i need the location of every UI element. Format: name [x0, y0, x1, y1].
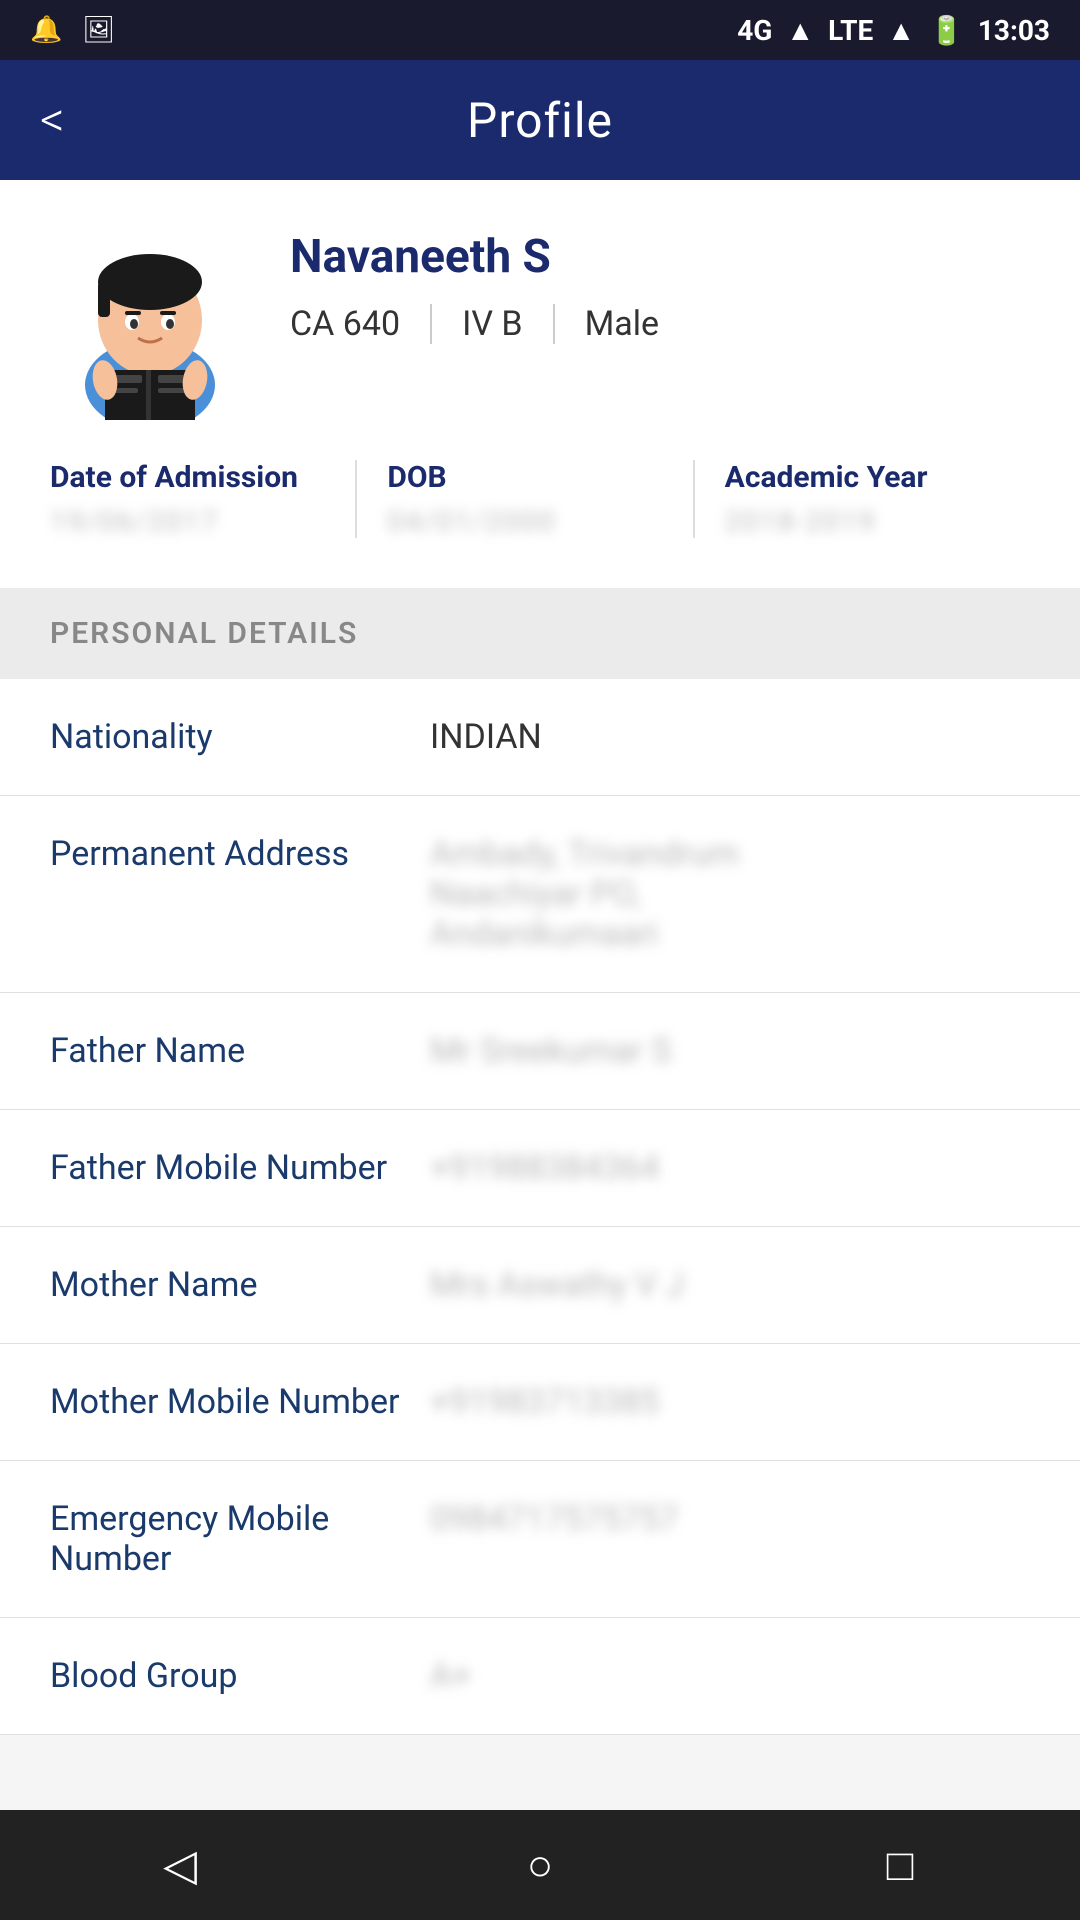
- label-address: Permanent Address: [50, 834, 430, 874]
- label-mother-mobile: Mother Mobile Number: [50, 1382, 430, 1422]
- admission-label: Date of Admission: [50, 460, 325, 495]
- lte-label: LTE: [828, 14, 873, 47]
- gender: Male: [555, 304, 689, 344]
- value-emergency-mobile: 0984717575757: [430, 1499, 1030, 1539]
- academic-year-label: Academic Year: [725, 460, 1000, 495]
- detail-row-emergency-mobile: Emergency Mobile Number 0984717575757: [0, 1461, 1080, 1618]
- academic-year-value: 2018-2019: [725, 505, 1000, 538]
- label-father-name: Father Name: [50, 1031, 430, 1071]
- personal-details-title: PERSONAL DETAILS: [50, 616, 358, 651]
- detail-row-father-name: Father Name Mr Sreekumar S: [0, 993, 1080, 1110]
- detail-row-father-mobile: Father Mobile Number +91988384364: [0, 1110, 1080, 1227]
- time-display: 13:03: [978, 14, 1050, 47]
- photo-icon: 🖼: [82, 15, 115, 45]
- personal-details-list: Nationality INDIAN Permanent Address Amb…: [0, 679, 1080, 1735]
- battery-icon: 🔋: [929, 14, 964, 47]
- admission-row: Date of Admission 19/06/2017 DOB 04/01/2…: [50, 460, 1030, 538]
- nav-recent-button[interactable]: □: [860, 1825, 940, 1905]
- label-emergency-mobile: Emergency Mobile Number: [50, 1499, 430, 1579]
- academic-year-col: Academic Year 2018-2019: [695, 460, 1030, 538]
- status-bar: 🔔 🖼 4G ▲ LTE ▲ 🔋 13:03: [0, 0, 1080, 60]
- value-address: Ambady, TrivandrumNaachiyar PO,Andanikum…: [430, 834, 1030, 954]
- label-blood-group: Blood Group: [50, 1656, 430, 1696]
- student-meta: CA 640 IV B Male: [290, 304, 1030, 344]
- value-father-name: Mr Sreekumar S: [430, 1031, 1030, 1071]
- nav-home-button[interactable]: ○: [500, 1825, 580, 1905]
- detail-row-mother-mobile: Mother Mobile Number +91983713385: [0, 1344, 1080, 1461]
- student-name: Navaneeth S: [290, 230, 1030, 284]
- label-mother-name: Mother Name: [50, 1265, 430, 1305]
- detail-row-mother-name: Mother Name Mrs Aswathy V J: [0, 1227, 1080, 1344]
- value-mother-name: Mrs Aswathy V J: [430, 1265, 1030, 1305]
- signal-4g: 4G: [737, 14, 772, 47]
- app-bar: < Profile: [0, 60, 1080, 180]
- dob-col: DOB 04/01/2000: [357, 460, 692, 538]
- section: IV B: [432, 304, 553, 344]
- admission-col: Date of Admission 19/06/2017: [50, 460, 355, 538]
- profile-top-section: Navaneeth S CA 640 IV B Male: [50, 220, 1030, 420]
- page-title: Profile: [467, 92, 613, 149]
- profile-card: Navaneeth S CA 640 IV B Male Date of Adm…: [0, 180, 1080, 588]
- avatar: [50, 220, 250, 420]
- notification-icon: 🔔: [30, 15, 62, 45]
- label-nationality: Nationality: [50, 717, 430, 757]
- dob-value: 04/01/2000: [387, 505, 662, 538]
- bottom-navigation: ◁ ○ □: [0, 1810, 1080, 1920]
- admission-value: 19/06/2017: [50, 505, 325, 538]
- detail-row-blood-group: Blood Group A+: [0, 1618, 1080, 1735]
- detail-row-nationality: Nationality INDIAN: [0, 679, 1080, 796]
- personal-details-section-header: PERSONAL DETAILS: [0, 588, 1080, 679]
- dob-label: DOB: [387, 460, 662, 495]
- back-button[interactable]: <: [40, 96, 65, 144]
- detail-row-address: Permanent Address Ambady, TrivandrumNaac…: [0, 796, 1080, 993]
- label-father-mobile: Father Mobile Number: [50, 1148, 430, 1188]
- value-father-mobile: +91988384364: [430, 1148, 1030, 1188]
- value-blood-group: A+: [430, 1656, 1030, 1696]
- profile-info: Navaneeth S CA 640 IV B Male: [290, 220, 1030, 344]
- signal-bar-icon: ▲: [786, 14, 814, 47]
- lte-signal-bar-icon: ▲: [887, 14, 915, 47]
- status-left-icons: 🔔 🖼: [30, 15, 115, 45]
- nav-back-button[interactable]: ◁: [140, 1825, 220, 1905]
- roll-number: CA 640: [290, 304, 430, 344]
- value-mother-mobile: +91983713385: [430, 1382, 1030, 1422]
- status-right-info: 4G ▲ LTE ▲ 🔋 13:03: [737, 14, 1050, 47]
- value-nationality: INDIAN: [430, 717, 1030, 757]
